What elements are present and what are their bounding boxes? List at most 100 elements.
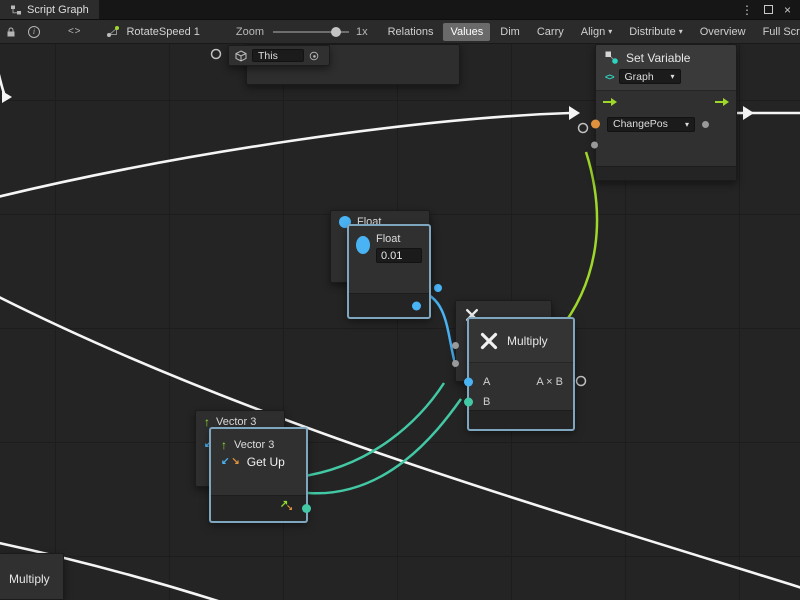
flow-port-row (596, 91, 736, 113)
unconnected-port-ring[interactable] (212, 50, 221, 59)
variable-kind-icon: <> (605, 72, 614, 82)
multiply-header: Multiply (469, 319, 573, 363)
multiply-footer (469, 410, 573, 429)
values-button-label: Values (450, 26, 483, 38)
input-a-label: A (483, 376, 490, 388)
close-icon[interactable]: × (784, 3, 791, 17)
caret-down-icon: ▾ (608, 27, 612, 36)
caret-down-icon: ▾ (679, 27, 683, 36)
node-multiply[interactable]: Multiply A A × B B (468, 318, 574, 430)
vector-result-icon: ↗ ↘ (280, 500, 293, 512)
variable-kind-dropdown[interactable]: Graph ▾ (619, 69, 681, 84)
variable-name-label: ChangePos (613, 118, 668, 130)
this-target-dropdown[interactable]: This (252, 49, 304, 62)
value-output-port[interactable] (702, 121, 709, 128)
result-label: A × B (536, 376, 563, 388)
edge-green-result (558, 152, 597, 332)
node-multiply-partial[interactable]: Multiply (0, 553, 64, 600)
this-label: This (258, 50, 278, 62)
edge-getup-to-b (308, 399, 461, 493)
float-icon (356, 236, 370, 254)
extra-port-row (596, 135, 736, 155)
extra-input-port[interactable] (591, 142, 598, 149)
multiply-output-ring[interactable] (577, 377, 586, 386)
down-right-arrow-icon: ↘ (286, 504, 293, 512)
relations-button[interactable]: Relations (381, 23, 441, 41)
input-b-port[interactable] (464, 398, 473, 407)
up-arrow-icon: ↑ (204, 416, 210, 428)
partial-multiply-label: Multiply (9, 572, 50, 586)
this-output-port[interactable] (310, 51, 319, 60)
shadow-input-port[interactable] (452, 360, 459, 367)
variable-name-dropdown[interactable]: ChangePos ▾ (607, 117, 695, 132)
float-value-input[interactable] (376, 248, 422, 263)
values-button[interactable]: Values (443, 23, 490, 41)
edge-flow-corner (0, 44, 5, 96)
distribute-button[interactable]: Distribute ▾ (622, 23, 689, 41)
maximize-icon[interactable] (764, 5, 773, 14)
caret-down-icon: ▾ (671, 72, 675, 81)
graph-breadcrumb-icon (106, 25, 120, 38)
flow-arrowhead (2, 91, 12, 103)
overview-button-label: Overview (700, 26, 746, 38)
window-tab-bar: Script Graph ⋮ × (0, 0, 800, 20)
edge-background-diagonal (0, 290, 800, 592)
distribute-button-label: Distribute (629, 26, 675, 38)
flow-output-port[interactable] (715, 98, 729, 106)
dim-button-label: Dim (500, 26, 520, 38)
edge-getup-shadow (298, 383, 444, 477)
input-b-row: B (469, 392, 573, 412)
set-variable-icon (604, 50, 619, 65)
graph-canvas[interactable]: This Set Variable <> Graph ▾ (0, 44, 800, 600)
lock-icon[interactable] (5, 26, 17, 38)
float-output-port[interactable] (412, 301, 421, 310)
edge-flow-in (0, 113, 570, 200)
get-up-output-port[interactable] (302, 504, 311, 513)
caret-down-icon: ▾ (685, 120, 689, 129)
vector-shadow-title: Vector 3 (216, 416, 256, 428)
float-footer (349, 293, 429, 317)
align-button[interactable]: Align▾ (574, 23, 619, 41)
node-float[interactable]: Float (348, 225, 430, 318)
get-up-line1: Vector 3 (234, 439, 274, 451)
shadow-input-port[interactable] (452, 342, 459, 349)
overview-button[interactable]: Overview (693, 23, 753, 41)
code-preview-icon[interactable]: < > (68, 26, 79, 37)
float-output-port[interactable] (434, 284, 442, 292)
tab-script-graph[interactable]: Script Graph (0, 0, 99, 19)
breadcrumb-graph-name[interactable]: RotateSpeed 1 (126, 26, 199, 38)
variable-value-row: ChangePos ▾ (596, 113, 736, 135)
flow-arrowhead (569, 106, 580, 120)
full-screen-button[interactable]: Full Screen (756, 23, 800, 41)
cube-icon (235, 50, 247, 62)
float-title: Float (376, 233, 422, 245)
input-a-row: A A × B (469, 372, 573, 392)
flow-input-port[interactable] (603, 98, 617, 106)
info-icon[interactable]: i (28, 26, 40, 38)
carry-button[interactable]: Carry (530, 23, 571, 41)
multiply-title: Multiply (507, 334, 548, 348)
get-up-line2: Get Up (247, 455, 285, 469)
set-variable-footer (596, 166, 736, 180)
zoom-value: 1x (356, 26, 368, 38)
full-screen-button-label: Full Screen (763, 26, 800, 38)
input-b-label: B (483, 396, 490, 408)
relations-button-label: Relations (388, 26, 434, 38)
zoom-slider[interactable] (273, 31, 349, 33)
value-input-port[interactable] (591, 120, 600, 129)
set-variable-header: Set Variable <> Graph ▾ (596, 45, 736, 91)
node-this[interactable]: This (228, 45, 330, 66)
zoom-label: Zoom (236, 26, 264, 38)
dim-button[interactable]: Dim (493, 23, 527, 41)
get-up-footer: ↗ ↘ (211, 495, 306, 521)
carry-button-label: Carry (537, 26, 564, 38)
up-arrow-icon: ↑ (221, 439, 227, 451)
kebab-menu-icon[interactable]: ⋮ (741, 3, 753, 17)
down-left-arrow-icon: ↙ (221, 457, 229, 467)
node-set-variable[interactable]: Set Variable <> Graph ▾ ChangePos ▾ (595, 44, 737, 181)
zoom-slider-knob[interactable] (331, 27, 341, 37)
variable-kind-label: Graph (625, 71, 654, 83)
input-a-port[interactable] (464, 378, 473, 387)
node-get-up[interactable]: ↑ Vector 3 ↙ ↘ Get Up ↗ ↘ (210, 428, 307, 522)
unconnected-port-ring[interactable] (579, 124, 588, 133)
